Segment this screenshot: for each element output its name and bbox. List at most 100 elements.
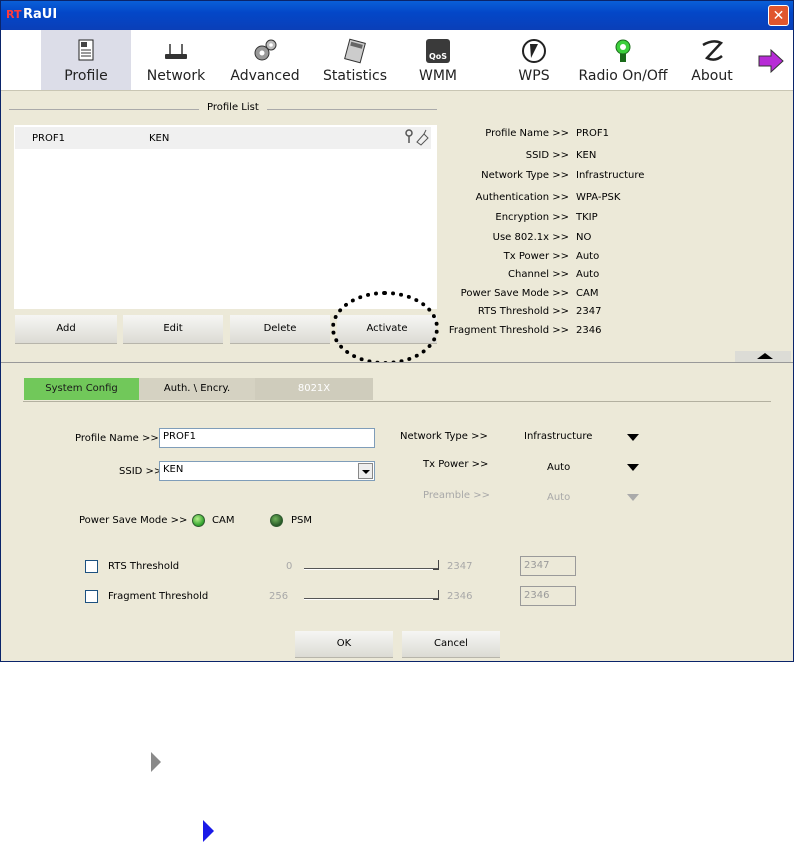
- preamble-label: Preamble >>: [423, 490, 490, 501]
- rts-threshold-checkbox[interactable]: [85, 560, 98, 573]
- fragment-threshold-checkbox[interactable]: [85, 590, 98, 603]
- ok-button[interactable]: OK: [295, 631, 393, 658]
- cam-radio[interactable]: [192, 514, 205, 527]
- info-label: Channel >>: [508, 269, 569, 280]
- network-type-label: Network Type >>: [400, 431, 488, 442]
- info-label: Encryption >>: [495, 212, 569, 223]
- info-value: Auto: [576, 269, 600, 280]
- toolbar-label: Statistics: [323, 68, 387, 84]
- cam-label: CAM: [212, 515, 235, 526]
- toolbar-wps-button[interactable]: WPS: [507, 30, 561, 90]
- add-button[interactable]: Add: [15, 315, 117, 344]
- fragment-slider-thumb[interactable]: [433, 590, 439, 600]
- qos-icon: QoS: [426, 39, 450, 63]
- info-label: Fragment Threshold >>: [448, 325, 569, 336]
- info-value: KEN: [576, 150, 597, 161]
- info-label: Network Type >>: [481, 170, 569, 181]
- toolbar-label: Profile: [64, 68, 108, 84]
- network-type-value[interactable]: Infrastructure: [524, 431, 592, 442]
- tab-underline: [23, 401, 771, 402]
- cancel-button[interactable]: Cancel: [402, 631, 500, 658]
- toolbar-profile-button[interactable]: Profile: [41, 30, 131, 90]
- fragment-value-field[interactable]: 2346: [520, 586, 576, 606]
- close-button[interactable]: ✕: [768, 5, 789, 26]
- highlight-ellipse: [331, 291, 439, 365]
- profile-config-panel: System Config Auth. \ Encry. 8021X Profi…: [1, 363, 793, 661]
- info-value: NO: [576, 232, 592, 243]
- delete-button[interactable]: Delete: [230, 315, 330, 344]
- profile-list-header: Profile List: [9, 102, 437, 116]
- rts-value-field[interactable]: 2347: [520, 556, 576, 576]
- toolbar-label: Advanced: [230, 68, 300, 84]
- info-value: TKIP: [576, 212, 598, 223]
- tx-power-value[interactable]: Auto: [547, 462, 570, 473]
- power-save-label: Power Save Mode >>: [79, 515, 188, 526]
- info-value: 2347: [576, 306, 602, 317]
- next-arrow-icon[interactable]: [757, 48, 785, 74]
- info-value: 2346: [576, 325, 602, 336]
- blue-bullet-arrow-icon: [203, 820, 214, 842]
- info-value: Infrastructure: [576, 170, 645, 181]
- main-toolbar: Profile Network Advanced Statistics QoS …: [1, 30, 793, 91]
- preamble-value: Auto: [547, 492, 571, 503]
- profile-list[interactable]: PROF1 KEN: [14, 125, 437, 309]
- wps-icon: [522, 39, 546, 63]
- radio-icon: [615, 39, 631, 62]
- rts-min-label: 0: [286, 561, 293, 572]
- toolbar-statistics-button[interactable]: Statistics: [317, 30, 393, 90]
- edit-button[interactable]: Edit: [123, 315, 223, 344]
- fragment-slider-track[interactable]: [304, 598, 439, 600]
- profile-name-field[interactable]: PROF1: [159, 428, 375, 448]
- info-label: SSID >>: [525, 150, 569, 161]
- info-value: CAM: [576, 288, 599, 299]
- ssid-dropdown-button[interactable]: [358, 463, 373, 479]
- preamble-dropdown-icon: [627, 494, 639, 501]
- tx-power-label: Tx Power >>: [423, 459, 489, 470]
- psm-label: PSM: [291, 515, 313, 526]
- info-label: RTS Threshold >>: [477, 306, 569, 317]
- network-icon: [165, 44, 187, 59]
- info-label: Tx Power >>: [503, 251, 569, 262]
- rts-slider-thumb[interactable]: [433, 560, 439, 570]
- info-label: Use 802.1x >>: [492, 232, 569, 243]
- toolbar-label: WMM: [418, 68, 457, 84]
- info-value: WPA-PSK: [576, 192, 621, 203]
- profile-row[interactable]: PROF1 KEN: [15, 127, 431, 149]
- tx-power-dropdown-icon[interactable]: [627, 464, 639, 471]
- collapse-button[interactable]: [735, 351, 791, 362]
- fragment-min-label: 256: [269, 591, 289, 602]
- rts-max-label: 2347: [447, 561, 473, 572]
- rts-slider-track[interactable]: [304, 568, 439, 570]
- advanced-icon: [254, 39, 277, 61]
- toolbar-about-button[interactable]: About: [685, 30, 739, 90]
- about-icon: [702, 40, 724, 61]
- toolbar-label: Network: [146, 68, 206, 84]
- key-lock-icon: [405, 129, 429, 146]
- info-label: Authentication >>: [475, 192, 569, 203]
- info-label: Profile Name >>: [485, 128, 569, 139]
- toolbar-radio-button[interactable]: Radio On/Off: [573, 30, 673, 90]
- toolbar-label: WPS: [518, 68, 550, 84]
- fragment-threshold-label: Fragment Threshold: [108, 591, 209, 602]
- network-type-dropdown-icon[interactable]: [627, 434, 639, 441]
- toolbar-wmm-button[interactable]: QoS WMM: [413, 30, 463, 90]
- gray-bullet-arrow-icon: [151, 752, 161, 772]
- ssid-label: SSID >>: [119, 466, 163, 477]
- tab-system-config[interactable]: System Config: [24, 378, 139, 400]
- info-label: Power Save Mode >>: [460, 288, 569, 299]
- tab-8021x[interactable]: 8021X: [255, 378, 373, 400]
- window-title: RaUI: [23, 7, 58, 22]
- title-bar[interactable]: RT RaUI ✕: [1, 1, 793, 30]
- ssid-combobox[interactable]: KEN: [159, 461, 375, 481]
- psm-radio[interactable]: [270, 514, 283, 527]
- toolbar-network-button[interactable]: Network: [139, 30, 213, 90]
- toolbar-advanced-button[interactable]: Advanced: [227, 30, 303, 90]
- profile-row-ssid: KEN: [149, 133, 170, 144]
- profile-list-title: Profile List: [207, 102, 259, 113]
- tab-auth-encry[interactable]: Auth. \ Encry.: [139, 378, 255, 400]
- toolbar-label: About: [691, 68, 733, 84]
- info-value: PROF1: [576, 128, 609, 139]
- toolbar-label: Radio On/Off: [578, 68, 668, 84]
- ssid-value: KEN: [163, 464, 184, 475]
- raui-window: RT RaUI ✕ Profile Network Advanced Stati…: [0, 0, 794, 662]
